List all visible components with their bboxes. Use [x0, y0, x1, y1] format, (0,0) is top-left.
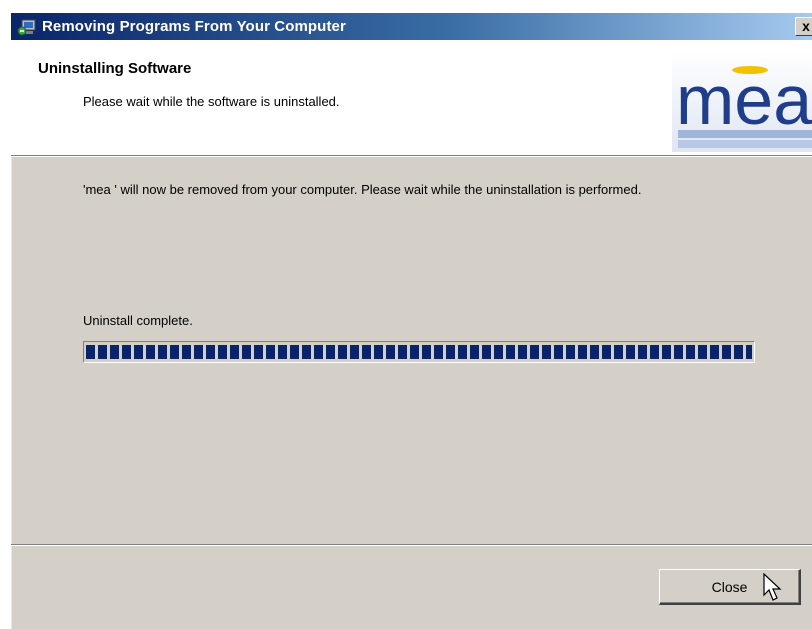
mea-logo: mea [672, 50, 812, 152]
mouse-pointer-icon [763, 573, 782, 601]
uninstall-dialog: Removing Programs From Your Computer x U… [10, 12, 812, 629]
uninstall-message: 'mea ' will now be removed from your com… [83, 182, 642, 197]
window-close-button[interactable]: x [795, 17, 812, 36]
logo-wordmark: mea [676, 61, 812, 139]
footer-divider [11, 544, 812, 546]
content-area: 'mea ' will now be removed from your com… [11, 157, 812, 557]
progress-fill [86, 345, 752, 359]
title-bar[interactable]: Removing Programs From Your Computer x [11, 13, 812, 40]
header-subtitle: Please wait while the software is uninst… [83, 94, 340, 109]
status-text: Uninstall complete. [83, 313, 193, 328]
installer-computer-icon [17, 17, 37, 37]
header-panel: Uninstalling Software Please wait while … [11, 40, 812, 156]
progress-bar [83, 341, 755, 363]
window-title: Removing Programs From Your Computer [42, 18, 346, 35]
header-title: Uninstalling Software [38, 60, 192, 77]
